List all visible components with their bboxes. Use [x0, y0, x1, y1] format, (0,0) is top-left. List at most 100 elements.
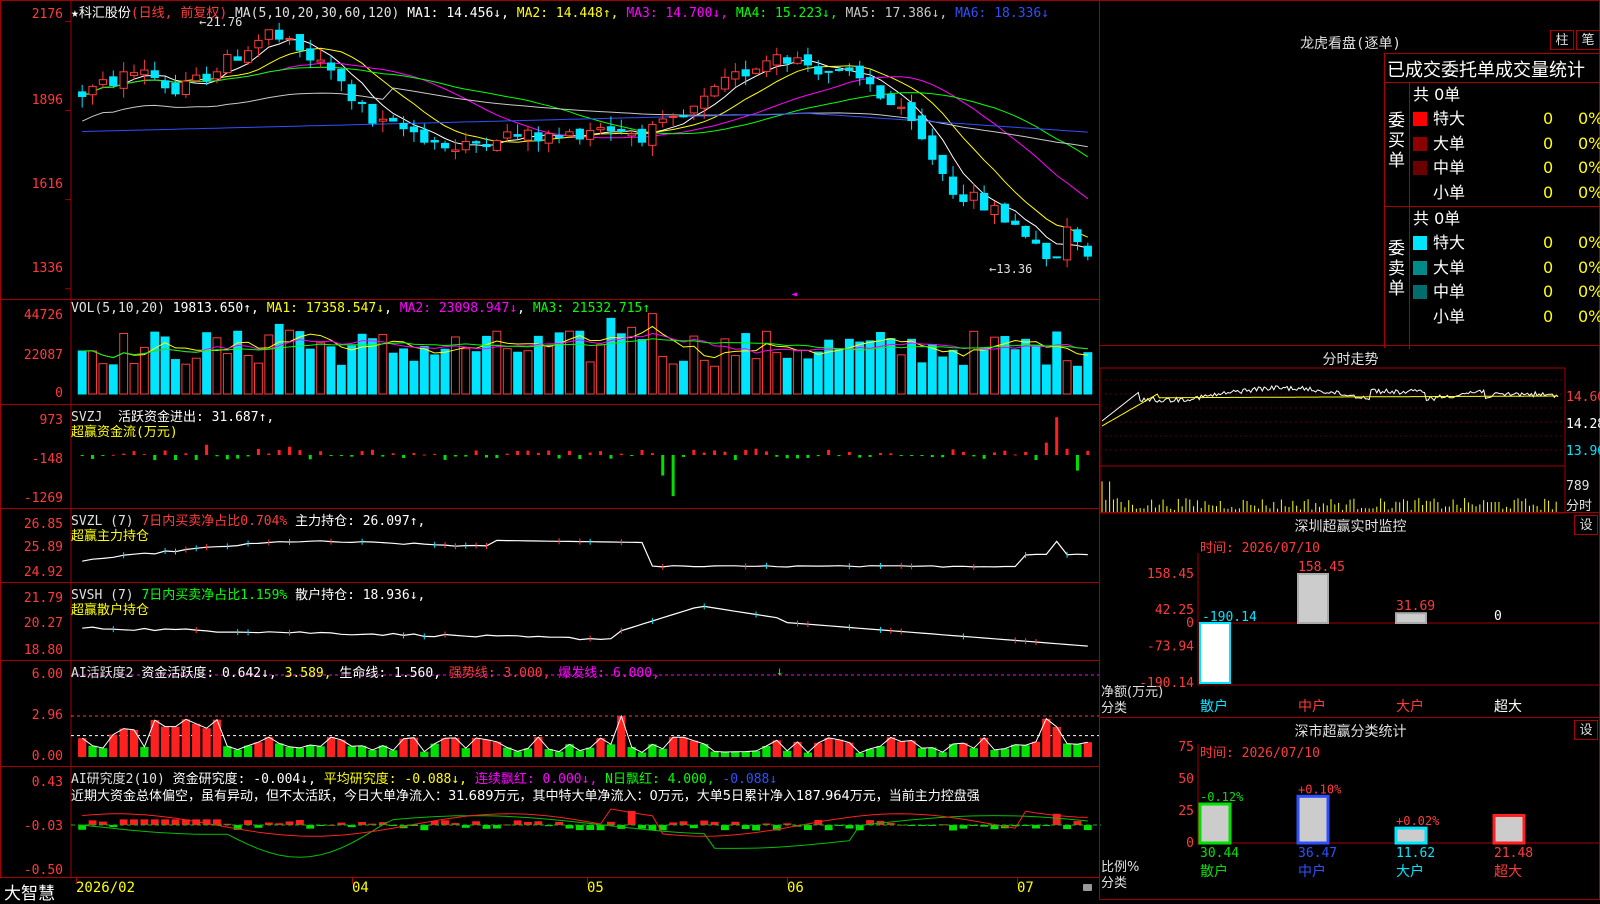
activity-bar — [119, 728, 128, 757]
category-label: 中户 — [1298, 698, 1326, 715]
activity-bar — [171, 726, 180, 757]
avg-price-line — [1101, 393, 1559, 427]
bar-mode-button[interactable]: 柱 — [1550, 30, 1574, 50]
row-pct: 0% — [1578, 182, 1600, 202]
candlestick-area[interactable]: ◄ — [1, 1, 1101, 301]
row-name: 特大 — [1433, 109, 1466, 128]
volume-bar — [793, 350, 802, 395]
bar-value-label: 0 — [1494, 609, 1502, 624]
volume-bar — [388, 352, 398, 395]
sell-side-label: 委卖单 — [1385, 207, 1410, 349]
ai-activity-panel[interactable]: ↓ AI活跃度2 资金活跃度: 0.642↓, 3.589, 生命线: 1.56… — [0, 660, 1101, 768]
volume-bar — [1031, 344, 1041, 395]
lock-icon[interactable] — [1083, 884, 1092, 891]
candle-body — [523, 129, 533, 141]
monitor-bar — [1395, 612, 1427, 624]
volume-bar — [699, 359, 709, 395]
activity-bar — [938, 752, 947, 757]
activity-bar — [78, 738, 87, 757]
volume-bar — [761, 330, 771, 395]
fund-flow-bar — [754, 448, 758, 455]
fund-flow-bar — [194, 455, 198, 460]
research-bar — [161, 819, 170, 825]
x-tick: 06 — [787, 880, 804, 896]
y-tick: -0.50 — [23, 863, 63, 878]
sz-monitor-xlabel: 分类 — [1101, 701, 1128, 716]
fund-flow-bar — [951, 449, 955, 455]
y-tick: 25.89 — [23, 540, 63, 555]
sz-class-panel[interactable]: 深市超赢分类统计 设 时间: 2026/07/10 75 50 25 0 -0.12% 3… — [1099, 717, 1600, 900]
research-bar — [803, 825, 812, 830]
row-name: 大单 — [1433, 257, 1466, 277]
fund-flow-bar — [443, 455, 447, 460]
candle-body — [793, 57, 802, 64]
fund-flow-bar — [858, 455, 862, 458]
fund-flow-bar — [256, 448, 260, 455]
sz-monitor-panel[interactable]: 深圳超赢实时监控 设 时间: 2026/07/10 158.45 42.25 0 -7… — [1099, 512, 1600, 718]
candle-body — [243, 50, 253, 63]
research-bar — [1032, 825, 1040, 829]
volume-panel[interactable]: VOL(5,10,20) 19813.650↑, MA1: 17358.547↓… — [0, 299, 1100, 406]
class-bar — [1296, 794, 1330, 845]
fund-flow-bar — [972, 455, 976, 457]
fund-flow-bar — [588, 452, 592, 455]
svzl-panel[interactable]: SVZL (7) 7日内买卖净占比0.704% 主力持仓: 26.097↑, 超… — [0, 508, 1100, 595]
volume-bar — [171, 359, 180, 395]
volume-bar — [150, 331, 160, 395]
candle-body — [1052, 256, 1061, 259]
fund-flow-bar — [215, 455, 219, 457]
research-bar — [990, 825, 999, 830]
fund-flow-bar — [630, 455, 634, 456]
research-bar — [171, 819, 180, 825]
volume-bar — [1052, 331, 1062, 395]
lhb-row-大单: 大单 0 0% — [1413, 132, 1600, 156]
candle-body — [969, 191, 978, 201]
fund-flow-bar — [733, 455, 737, 460]
activity-bar — [461, 748, 470, 757]
fund-flow-bar — [671, 455, 675, 497]
y-tick: 2.96 — [31, 708, 63, 723]
y-tick: 973 — [39, 413, 63, 428]
main-chart-panel[interactable]: ◄ ★科汇股份(日线, 前复权) MA(5,10,20,30,60,120) M… — [0, 0, 1101, 301]
pen-mode-button[interactable]: 笔 — [1576, 30, 1600, 50]
candle-body — [513, 134, 522, 137]
activity-bar — [254, 742, 263, 757]
activity-bar — [637, 752, 647, 757]
candle-body — [192, 74, 201, 82]
fund-flow-bar — [609, 455, 613, 459]
candle-body — [824, 70, 833, 73]
svsh-subtitle: 超赢散户持仓 — [71, 603, 150, 618]
x-tick-mark — [587, 878, 588, 884]
y-tick: 0.00 — [31, 749, 63, 764]
candle-body — [109, 76, 118, 87]
fund-flow-bar — [681, 455, 685, 457]
fenshi-panel[interactable]: 分时走势 14.60 14.28 13.96 789 分时 — [1099, 345, 1600, 514]
candle-body — [326, 62, 336, 71]
fenshi-price-high: 14.60 — [1566, 390, 1600, 405]
volume-bar — [253, 362, 263, 395]
row-count: 0 — [1543, 182, 1554, 202]
svsh-panel[interactable]: SVSH (7) 7日内买卖净占比1.159% 散户持仓: 18.936↓, 超… — [0, 582, 1100, 675]
row-name: 小单 — [1433, 306, 1466, 326]
fund-flow-bar — [350, 455, 354, 457]
x-tick-mark — [352, 878, 353, 884]
ai-research-comment: 近期大资金总体偏空，虽有异动，但不太活跃，今日大单净流入：31.689万元，其中… — [71, 789, 980, 804]
fund-flow-bar — [236, 455, 240, 459]
candle-body — [1031, 239, 1041, 244]
activity-bar — [420, 751, 429, 757]
volume-bar — [907, 338, 917, 395]
fund-flow-bar — [485, 455, 489, 458]
candle-body — [606, 126, 616, 132]
activity-bar — [140, 746, 149, 757]
vol-ma-line — [82, 338, 1088, 359]
svzj-panel[interactable]: SVZJ 活跃资金进出: 31.687↑, 超赢资金流(万元) 973 -148… — [0, 404, 1100, 510]
ma-value-3: MA3: 14.700↓, — [626, 6, 736, 21]
row-count: 0 — [1543, 233, 1554, 252]
ai-research-panel[interactable]: AI研究度2(10) 资金研究度: -0.004↓, 平均研究度: -0.088… — [0, 766, 1101, 879]
lhb-panel[interactable]: 龙虎看盘(逐单) 柱 笔 已成交委托单成交量统计 委买单 共 0单 特大00%大… — [1099, 0, 1600, 349]
candle-body — [783, 57, 792, 64]
volume-bar — [295, 331, 305, 395]
candle-body — [88, 85, 97, 96]
fenshi-chart — [1100, 367, 1566, 514]
volume-bar — [336, 364, 346, 395]
